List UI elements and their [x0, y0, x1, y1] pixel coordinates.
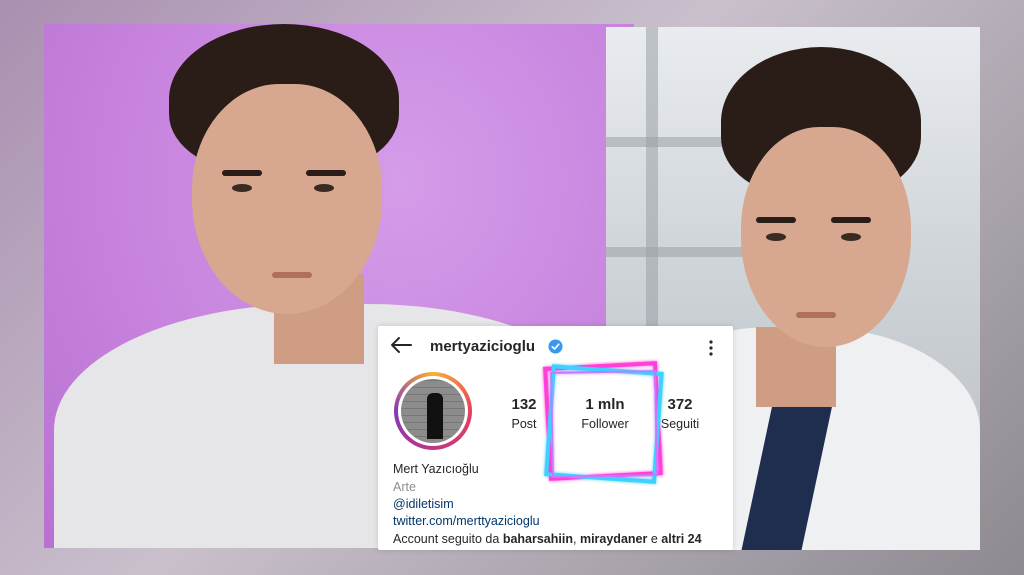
- stat-posts[interactable]: 132 Post: [506, 396, 542, 431]
- figure-silhouette: [427, 393, 443, 439]
- profile-mention-link[interactable]: @idiletisim: [393, 497, 454, 511]
- profile-header: mertyazicioglu: [378, 326, 733, 366]
- avatar-ring-gap: [398, 376, 468, 446]
- followed-by-others: altri 24: [661, 532, 702, 546]
- right-eye: [314, 184, 334, 192]
- mouth: [796, 312, 836, 318]
- left-eye: [232, 184, 252, 192]
- window-frame: [606, 247, 746, 257]
- profile-full-name: Mert Yazıcıoğlu: [393, 462, 479, 476]
- avatar-photo: [401, 379, 465, 443]
- followed-by-user: baharsahiin: [502, 532, 573, 546]
- followed-by-line[interactable]: Account seguito da baharsahiin, miraydan…: [393, 532, 702, 546]
- stat-followers[interactable]: 1 mln Follower: [574, 396, 636, 431]
- instagram-profile-card: mertyazicioglu 132 Post 1 mln Follower 3…: [378, 326, 733, 550]
- vertical-dots-icon[interactable]: [708, 340, 714, 356]
- following-count: 372: [667, 396, 693, 413]
- profile-category: Arte: [393, 480, 416, 494]
- followers-count: 1 mln: [585, 396, 625, 413]
- arrow-left-icon[interactable]: [390, 336, 412, 354]
- followers-label: Follower: [581, 417, 629, 431]
- following-label: Seguiti: [660, 417, 700, 431]
- profile-website-link[interactable]: twitter.com/merttyazicioglu: [393, 514, 540, 528]
- profile-avatar[interactable]: [394, 372, 472, 450]
- left-eyebrow: [222, 170, 262, 176]
- profile-username: mertyazicioglu: [430, 338, 536, 355]
- followed-by-separator: ,: [572, 532, 577, 546]
- left-eye: [766, 233, 786, 241]
- followed-by-prefix: Account seguito da: [393, 532, 500, 546]
- right-eyebrow: [831, 217, 871, 223]
- mouth: [272, 272, 312, 278]
- followed-by-user: miraydaner: [579, 532, 648, 546]
- face: [192, 84, 382, 314]
- window-frame: [646, 27, 658, 327]
- right-eyebrow: [306, 170, 346, 176]
- followed-by-conjunction: e: [650, 532, 658, 546]
- verified-badge-icon: [548, 339, 563, 354]
- posts-label: Post: [511, 417, 537, 431]
- left-eyebrow: [756, 217, 796, 223]
- posts-count: 132: [511, 396, 537, 413]
- stat-following[interactable]: 372 Seguiti: [656, 396, 704, 431]
- right-eye: [841, 233, 861, 241]
